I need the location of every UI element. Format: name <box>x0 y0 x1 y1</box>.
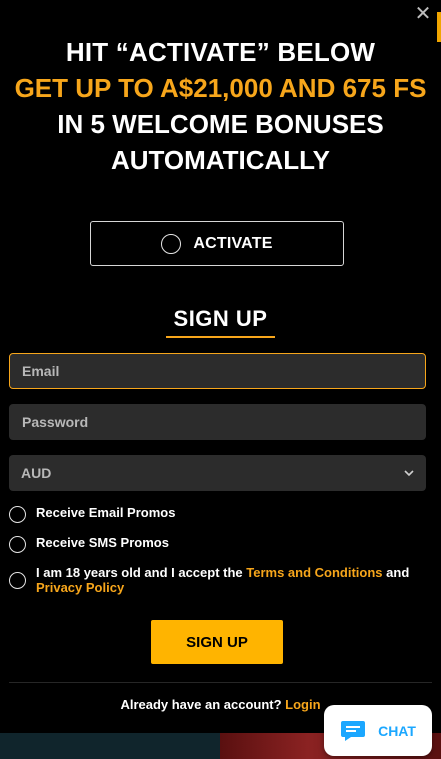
signup-heading: SIGN UP <box>0 306 441 338</box>
signup-title: SIGN UP <box>165 306 276 338</box>
edge-strip <box>437 12 441 42</box>
login-link[interactable]: Login <box>285 697 320 712</box>
radio-icon[interactable] <box>9 536 26 553</box>
promo-line-1: HIT “ACTIVATE” BELOW <box>65 37 376 67</box>
activate-button[interactable]: ACTIVATE <box>90 221 344 266</box>
radio-icon <box>161 233 182 254</box>
radio-icon[interactable] <box>9 572 26 589</box>
signup-submit-button[interactable]: SIGN UP <box>151 620 283 664</box>
game-thumbnail[interactable] <box>0 733 220 759</box>
sms-promos-option[interactable]: Receive SMS Promos <box>9 535 429 553</box>
terms-link[interactable]: Terms and Conditions <box>246 565 382 580</box>
divider <box>9 682 432 683</box>
chevron-down-icon <box>404 470 414 477</box>
chat-label: CHAT <box>378 722 416 739</box>
currency-value: AUD <box>21 465 52 481</box>
email-promos-option[interactable]: Receive Email Promos <box>9 505 429 523</box>
email-field[interactable] <box>9 353 426 389</box>
promo-line-2: GET UP TO A$21,000 AND 675 FS <box>14 73 427 103</box>
password-field[interactable] <box>9 404 426 440</box>
terms-prefix: I am 18 years old and I accept the <box>36 565 247 580</box>
chat-icon <box>341 720 366 741</box>
currency-select[interactable]: AUD <box>9 455 426 491</box>
privacy-link[interactable]: Privacy Policy <box>36 580 124 595</box>
promo-banner: HIT “ACTIVATE” BELOW GET UP TO A$21,000 … <box>0 0 441 178</box>
terms-option[interactable]: I am 18 years old and I accept the Terms… <box>9 565 429 595</box>
promo-line-3: IN 5 WELCOME BONUSES AUTOMATICALLY <box>57 109 384 175</box>
login-prompt-text: Already have an account? <box>120 697 286 712</box>
radio-icon[interactable] <box>9 506 26 523</box>
activate-label: ACTIVATE <box>193 234 273 252</box>
email-promos-label: Receive Email Promos <box>36 505 176 520</box>
consent-options: Receive Email Promos Receive SMS Promos … <box>9 505 429 607</box>
close-icon[interactable]: ✕ <box>413 4 433 24</box>
chat-button[interactable]: CHAT <box>324 705 432 756</box>
terms-text: I am 18 years old and I accept the Terms… <box>36 565 409 595</box>
sms-promos-label: Receive SMS Promos <box>36 535 169 550</box>
terms-and: and <box>382 565 410 580</box>
